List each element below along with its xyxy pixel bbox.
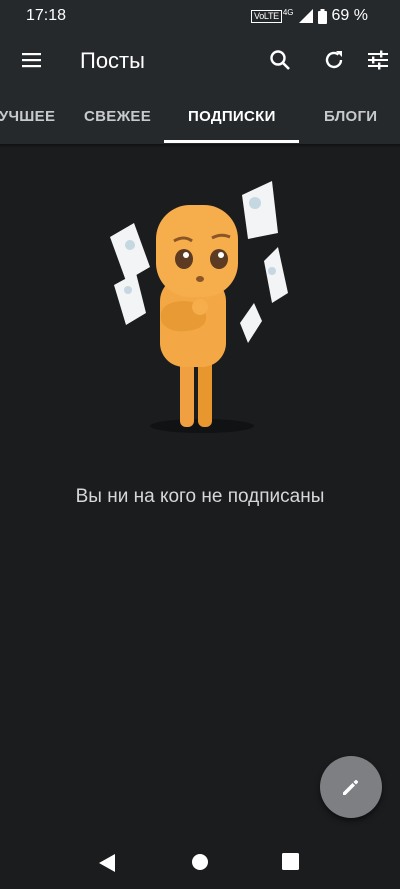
confused-mascot-illustration xyxy=(110,181,288,433)
status-bar: 17:18 VoLTE 4G 69 % xyxy=(0,0,400,32)
tab-subscriptions[interactable]: ПОДПИСКИ xyxy=(188,90,276,144)
signal-icon xyxy=(298,9,313,23)
battery-percent: 69 % xyxy=(331,7,368,24)
create-post-button[interactable] xyxy=(320,756,382,818)
network-type: 4G xyxy=(282,7,294,17)
status-icons: VoLTE 4G 69 % xyxy=(251,7,368,25)
battery-icon xyxy=(317,8,327,24)
page-title: Посты xyxy=(80,48,145,73)
recents-icon[interactable] xyxy=(282,853,299,870)
app-toolbar: Посты xyxy=(0,32,400,90)
refresh-icon[interactable] xyxy=(322,48,346,72)
home-icon[interactable] xyxy=(191,853,209,871)
menu-icon[interactable] xyxy=(20,48,44,72)
empty-state-message: Вы ни на кого не подписаны xyxy=(75,486,325,507)
toolbar-shadow xyxy=(0,144,400,148)
volte-indicator: VoLTE xyxy=(251,9,282,23)
pencil-icon xyxy=(343,779,359,795)
tab-bar: ЛУЧШЕЕ СВЕЖЕЕ ПОДПИСКИ БЛОГИ xyxy=(0,90,400,144)
tab-fresh[interactable]: СВЕЖЕЕ xyxy=(84,90,151,144)
filter-icon[interactable] xyxy=(366,48,390,72)
status-time: 17:18 xyxy=(26,7,67,24)
search-icon[interactable] xyxy=(268,48,292,72)
active-tab-indicator xyxy=(164,140,299,143)
tab-best[interactable]: ЛУЧШЕЕ xyxy=(0,90,55,144)
back-icon[interactable] xyxy=(98,853,116,873)
system-nav-bar xyxy=(0,835,400,889)
tab-blogs[interactable]: БЛОГИ xyxy=(324,90,377,144)
